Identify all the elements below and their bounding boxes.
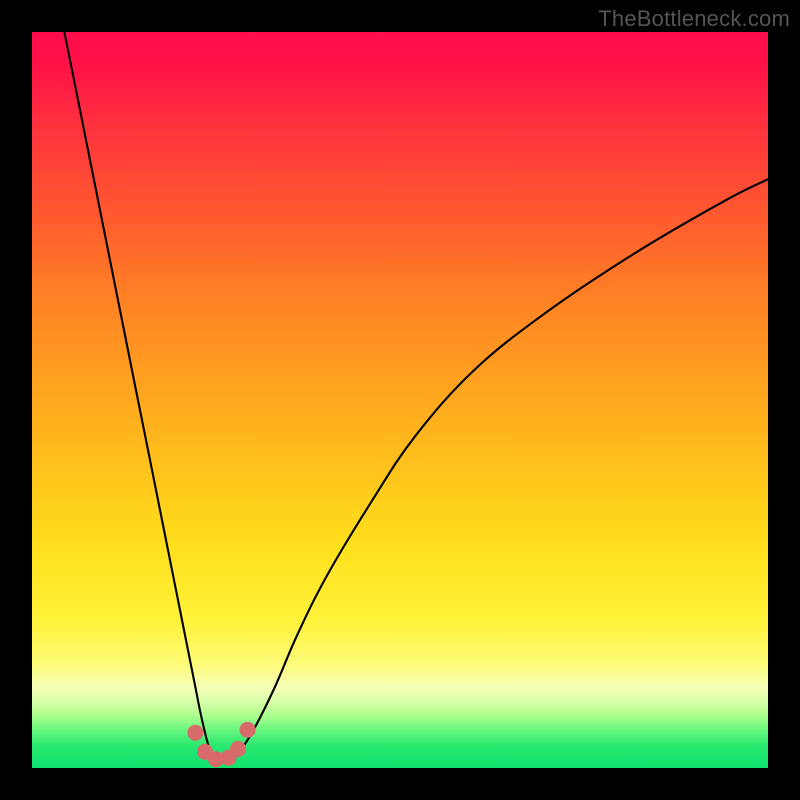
valley-marker [230,741,246,757]
bottleneck-curve [61,32,768,762]
watermark-text: TheBottleneck.com [598,6,790,32]
curve-layer [32,32,768,768]
chart-frame: TheBottleneck.com [0,0,800,800]
valley-marker [187,725,203,741]
plot-area [32,32,768,768]
valley-marker [240,722,256,738]
